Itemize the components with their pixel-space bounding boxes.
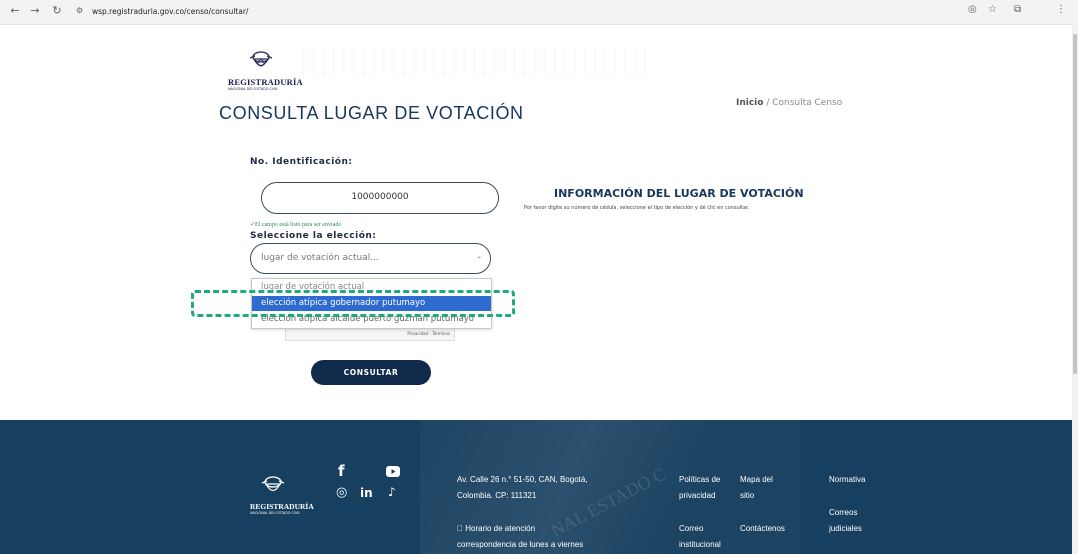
footer-logo-name: REGISTRADURÍA — [250, 502, 314, 511]
footer-address-line-1: Av. Calle 26 n.° 51-50, CAN, Bogotá, — [457, 475, 588, 484]
address-bar[interactable]: wsp.registraduria.gov.co/censo/consultar… — [92, 7, 248, 16]
header-watermark: ||||||||||||||||||||||||||||||||||| — [300, 40, 652, 76]
forward-icon[interactable]: → — [28, 4, 42, 17]
star-icon[interactable]: ☆ — [988, 4, 997, 15]
logo-subtitle: NACIONAL DEL ESTADO CIVIL — [228, 87, 279, 91]
footer: NAL ESTADO C REGISTRADURÍA NACIONAL DEL … — [0, 420, 1072, 554]
tiktok-icon[interactable]: ♪ — [388, 485, 396, 499]
eye-off-icon[interactable]: ◎ — [968, 4, 977, 15]
footer-link-privacy-2[interactable]: privacidad — [679, 488, 715, 504]
breadcrumb-current: Consulta Censo — [772, 98, 843, 108]
id-label: No. Identificación: — [250, 157, 353, 167]
back-icon[interactable]: ← — [8, 4, 22, 17]
logo-name: REGISTRADURÍA — [228, 77, 303, 87]
info-title: INFORMACIÓN DEL LUGAR DE VOTACIÓN — [554, 187, 804, 200]
election-select[interactable]: lugar de votación actual... ⌄ — [250, 243, 491, 274]
facebook-icon[interactable]: f — [338, 462, 345, 480]
breadcrumb-home[interactable]: Inicio — [736, 98, 763, 108]
footer-address-line-2: Colombia. CP: 111321 — [457, 491, 537, 500]
footer-hours-line-1:   Horario de atención — [457, 524, 536, 533]
election-label: Seleccione la elección: — [250, 231, 377, 241]
footer-coat-of-arms-icon — [261, 476, 285, 492]
page-title: CONSULTA LUGAR DE VOTACIÓN — [219, 103, 524, 123]
footer-hours-line-2: correspondencia de lunes a viernes — [457, 540, 584, 549]
footer-link-privacy-1[interactable]: Políticas de — [679, 472, 720, 488]
recaptcha-links[interactable]: Privacidad - Términos — [407, 331, 450, 336]
validation-message: ✓El campo está listo para ser enviado — [250, 222, 342, 228]
reload-icon[interactable]: ↻ — [50, 4, 64, 17]
youtube-icon[interactable] — [386, 466, 400, 477]
footer-link-contact[interactable]: Contáctenos — [740, 521, 785, 537]
chevron-down-icon: ⌄ — [476, 252, 482, 260]
breadcrumb: Inicio / Consulta Censo — [736, 98, 842, 108]
consultar-button[interactable]: CONSULTAR — [311, 360, 431, 385]
footer-link-judicial-1[interactable]: Correos — [829, 505, 857, 521]
footer-link-mail-1[interactable]: Correo — [679, 521, 703, 537]
footer-link-sitemap-2[interactable]: sitio — [740, 488, 754, 504]
menu-icon[interactable]: ⋮ — [1056, 4, 1066, 15]
id-input[interactable]: 1000000000 — [261, 182, 499, 214]
footer-link-norm[interactable]: Normativa — [829, 472, 865, 488]
linkedin-icon[interactable]: in — [360, 486, 373, 500]
election-select-value: lugar de votación actual... — [261, 253, 379, 263]
coat-of-arms-icon — [249, 51, 273, 67]
breadcrumb-separator: / — [763, 98, 773, 108]
highlight-box — [191, 290, 515, 317]
instagram-icon[interactable]: ◎ — [336, 485, 347, 500]
browser-toolbar: ← → ↻ ⚙ wsp.registraduria.gov.co/censo/c… — [0, 0, 1078, 25]
footer-link-sitemap-1[interactable]: Mapa del — [740, 472, 773, 488]
footer-link-mail-2[interactable]: institucional — [679, 537, 721, 553]
extensions-icon[interactable]: ⧉ — [1014, 4, 1021, 15]
scrollbar-thumb[interactable] — [1073, 34, 1077, 374]
footer-logo-subtitle: NACIONAL DEL ESTADO CIVIL — [250, 511, 301, 515]
footer-link-judicial-2[interactable]: judiciales — [829, 521, 862, 537]
site-info-icon[interactable]: ⚙ — [76, 6, 83, 15]
info-text: Por favor digite su número de cédula, se… — [524, 205, 750, 211]
scrollbar[interactable] — [1072, 24, 1078, 554]
